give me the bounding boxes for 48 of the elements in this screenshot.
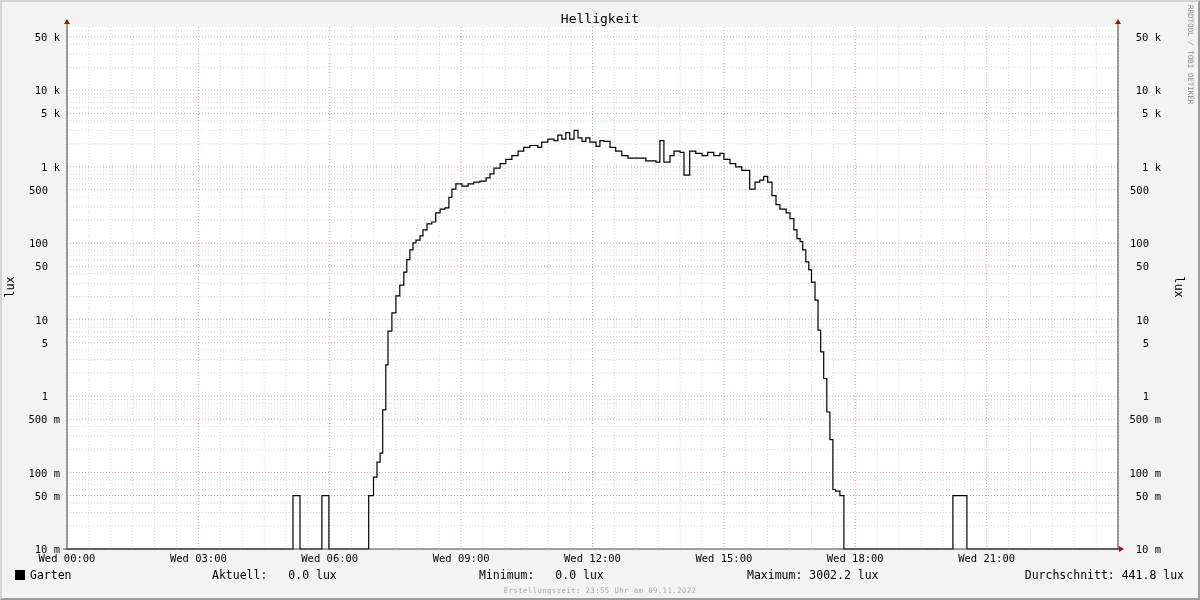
stat-label: Durchschnitt:: [1024, 568, 1116, 582]
axis-tick-label: 10 k: [1135, 84, 1161, 97]
axis-tick-label: 1 k: [41, 160, 60, 173]
axis-tick-label: Wed 18:00: [826, 552, 884, 564]
stat-label: Minimum:: [479, 568, 536, 582]
axis-tick-label: Wed 15:00: [695, 552, 753, 564]
axis-tick-label: Wed 12:00: [564, 552, 621, 564]
axis-tick-label: 10: [35, 313, 48, 326]
axis-tick-label: 50 m: [34, 489, 60, 502]
axis-tick-label: 500: [29, 183, 48, 196]
axis-tick-label: 100 m: [1129, 466, 1161, 479]
axis-tick-label: 100: [29, 237, 48, 250]
axis-tick-label: Wed 06:00: [301, 552, 359, 564]
axis-title: lux: [3, 276, 17, 298]
axis-tick-label: 50: [35, 260, 48, 273]
axis-tick-label: 10 k: [34, 84, 60, 97]
axis-tick-label: 100 m: [28, 466, 60, 479]
axis-tick-label: 10 m: [1135, 543, 1161, 555]
axis-tick-label: 1 k: [1142, 160, 1161, 173]
axis-tick-label: 100: [1130, 237, 1149, 250]
axis-tick-label: 50 m: [1135, 489, 1161, 502]
stat-value: 0.0 lux: [555, 568, 604, 582]
stat-value: 3002.2 lux: [809, 568, 879, 582]
axis-tick-label: 5: [1142, 336, 1149, 349]
axis-title: lux: [1172, 276, 1186, 298]
axis-tick-label: 1: [1142, 390, 1149, 403]
axis-tick-label: 10: [1136, 313, 1149, 326]
axis-tick-label: Wed 09:00: [432, 552, 490, 564]
stat-value: 0.0 lux: [288, 568, 337, 582]
axis-tick-label: 500: [1130, 183, 1149, 196]
axis-tick-label: 5: [41, 336, 48, 349]
stat-label: Maximum:: [747, 568, 804, 582]
legend-label: Garten: [30, 568, 72, 582]
chart-title: Helligkeit: [560, 11, 640, 26]
axis-tick-label: Wed 03:00: [169, 552, 227, 564]
axis-tick-label: 500 m: [28, 413, 60, 426]
axis-tick-label: 10 m: [34, 543, 60, 555]
axis-tick-label: 1: [41, 390, 48, 403]
axis-tick-label: 50 k: [1135, 31, 1161, 43]
stat-value: 441.8 lux: [1121, 568, 1184, 582]
axis-tick-label: Wed 00:00: [38, 552, 96, 564]
axis-tick-label: 50: [1136, 260, 1149, 273]
stat-label: Aktuell:: [212, 568, 269, 582]
axis-tick-label: Wed 21:00: [958, 552, 1016, 564]
axis-tick-label: 50 k: [34, 31, 60, 43]
axis-tick-label: 500 m: [1129, 413, 1161, 426]
axis-tick-label: 5 k: [41, 107, 60, 120]
axis-tick-label: 5 k: [1142, 107, 1161, 120]
